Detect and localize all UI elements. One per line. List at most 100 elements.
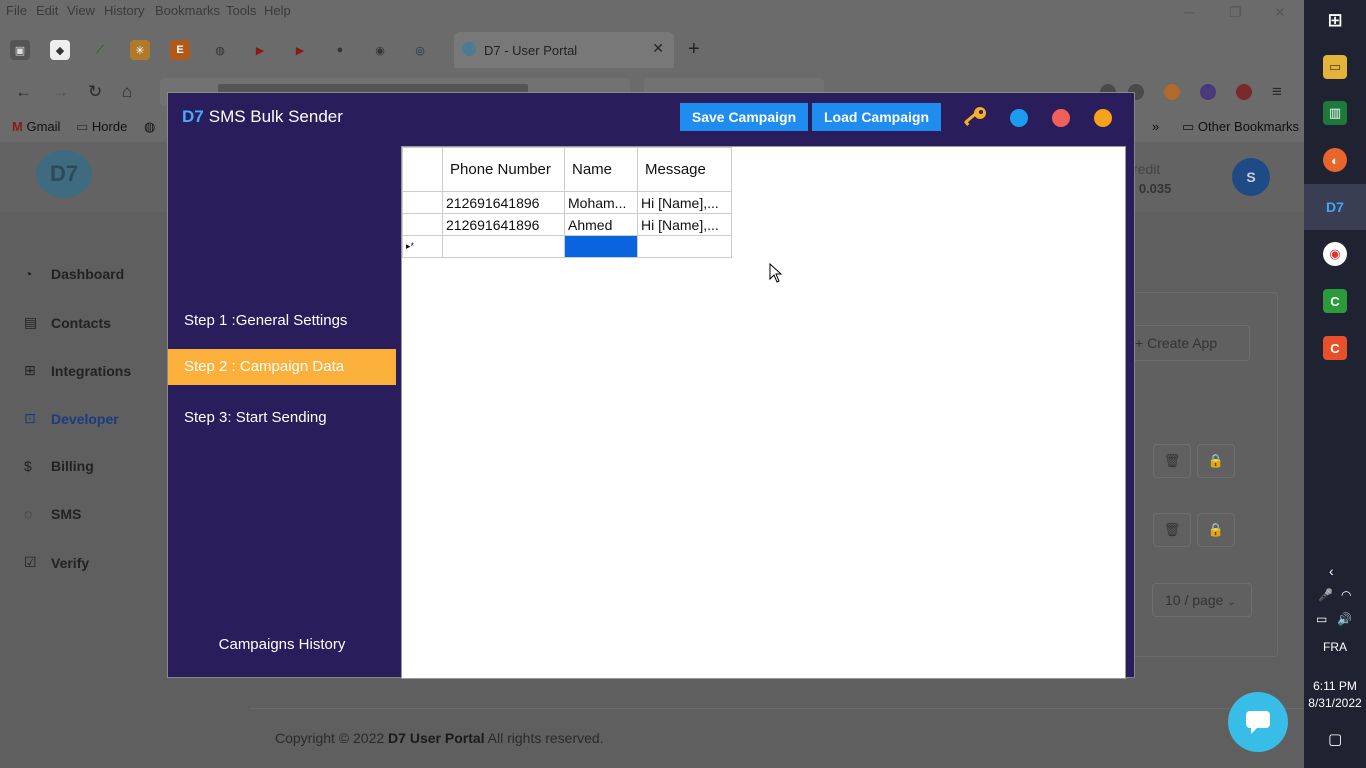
sidebar-item-sms[interactable]: ◌ SMS (24, 506, 81, 522)
message-cell[interactable]: Hi [Name],... (637, 191, 732, 214)
save-campaign-button[interactable]: Save Campaign (680, 103, 808, 131)
hamburger-menu-icon[interactable]: ≡ (1272, 82, 1282, 102)
red-dot-button[interactable] (1052, 109, 1070, 127)
table-row[interactable]: 212691641896 Ahmed Hi [Name],... (402, 213, 732, 236)
pinned-tab-icon[interactable]: ◆ (50, 40, 70, 60)
new-row-marker[interactable]: ▸* (402, 235, 443, 258)
pinned-tab-icon[interactable]: ◉ (370, 40, 390, 60)
more-bookmarks-icon[interactable]: » (1152, 119, 1159, 134)
sidebar-item-developer[interactable]: ⊡ Developer (24, 410, 119, 427)
youtube-icon[interactable]: ▶ (290, 40, 310, 60)
menu-help[interactable]: Help (264, 3, 291, 18)
pinned-tab-icon[interactable]: E (170, 40, 190, 60)
blue-dot-button[interactable] (1010, 109, 1028, 127)
chevron-left-icon[interactable]: ‹ (1329, 563, 1334, 579)
maximize-icon[interactable]: ❐ (1229, 4, 1242, 21)
youtube-icon[interactable]: ▶ (250, 40, 270, 60)
delete-icon[interactable]: 🗑 (1153, 513, 1191, 547)
grid-header-name[interactable]: Name (564, 147, 638, 192)
metamask-icon[interactable] (1164, 84, 1180, 100)
chat-icon[interactable] (1228, 692, 1288, 752)
input-language[interactable]: FRA (1304, 640, 1366, 654)
phone-cell[interactable]: 212691641896 (442, 191, 565, 214)
lock-icon[interactable]: 🔒 (1197, 513, 1235, 547)
campaigns-history-link[interactable]: Campaigns History (168, 636, 396, 653)
message-cell[interactable]: Hi [Name],... (637, 213, 732, 236)
sms-icon: ◌ (24, 506, 33, 522)
grid-header-phone[interactable]: Phone Number (442, 147, 565, 192)
back-icon[interactable]: ← (15, 82, 32, 102)
notifications-icon[interactable]: ▢ (1328, 730, 1342, 748)
message-cell[interactable] (637, 235, 732, 258)
per-page-select[interactable]: 10 / page ⌄ (1152, 583, 1252, 617)
firefox-icon[interactable]: ◐ (1323, 148, 1347, 172)
grid-header-message[interactable]: Message (637, 147, 732, 192)
file-explorer-icon[interactable]: ▭ (1323, 55, 1347, 79)
phone-cell[interactable] (442, 235, 565, 258)
battery-icon[interactable]: ▭ (1316, 612, 1327, 626)
profile-icon[interactable] (1236, 84, 1252, 100)
taskbar-clock[interactable]: 6:11 PM 8/31/2022 (1304, 678, 1366, 712)
sidebar-item-integrations[interactable]: ⊞ Integrations (24, 362, 131, 379)
bookmark-other[interactable]: ▭ Other Bookmarks (1182, 119, 1299, 135)
pinned-tab-icon[interactable]: ✳ (130, 40, 150, 60)
menu-file[interactable]: File (6, 3, 27, 18)
sidebar-item-dashboard[interactable]: ◔ Dashboard (24, 266, 124, 282)
menu-view[interactable]: View (67, 3, 95, 18)
extension-icon[interactable] (1200, 84, 1216, 100)
name-cell[interactable]: Ahmed (564, 213, 638, 236)
globe-icon[interactable]: ◍ (210, 40, 230, 60)
sidebar-item-verify[interactable]: ☑ Verify (24, 554, 89, 571)
pinned-tab-icon[interactable]: ◎ (410, 40, 430, 60)
name-cell[interactable]: Moham... (564, 191, 638, 214)
menu-tools[interactable]: Tools (226, 3, 256, 18)
bookmark-gmail[interactable]: M Gmail (12, 119, 60, 134)
sidebar-item-billing[interactable]: $ Billing (24, 458, 94, 474)
globe-icon[interactable]: ◍ (144, 119, 155, 135)
spreadsheet-app-icon[interactable]: ▥ (1323, 101, 1347, 125)
orange-dot-button[interactable] (1094, 109, 1112, 127)
grid-corner-cell[interactable] (402, 147, 443, 192)
minimize-icon[interactable]: ─ (1184, 4, 1194, 20)
menu-bookmarks[interactable]: Bookmarks (155, 3, 220, 18)
close-tab-icon[interactable]: ✕ (652, 40, 664, 57)
verify-icon: ☑ (24, 554, 37, 570)
tab-user-portal[interactable]: D7 - User Portal ✕ (454, 32, 674, 68)
step-start-sending[interactable]: Step 3: Start Sending (168, 400, 396, 436)
menu-history[interactable]: History (104, 3, 144, 18)
microphone-icon[interactable]: 🎤 (1318, 588, 1333, 602)
d7-app-icon[interactable]: D7 (1323, 195, 1347, 219)
windows-start-icon[interactable]: ⊞ (1323, 8, 1347, 32)
leaf-icon[interactable]: ⟋ (90, 40, 110, 60)
table-row[interactable]: 212691641896 Moham... Hi [Name],... (402, 191, 732, 214)
reload-icon[interactable]: ↻ (88, 82, 102, 102)
name-cell-selected[interactable] (564, 235, 638, 258)
save-page-icon[interactable]: ▣ (10, 40, 30, 60)
avatar[interactable]: S (1232, 158, 1270, 196)
delete-icon[interactable]: 🗑 (1153, 444, 1191, 478)
camtasia-icon[interactable]: C (1323, 336, 1347, 360)
volume-icon[interactable]: 🔊 (1337, 612, 1352, 626)
forward-icon[interactable]: → (52, 82, 69, 102)
load-campaign-button[interactable]: Load Campaign (812, 103, 941, 131)
phone-cell[interactable]: 212691641896 (442, 213, 565, 236)
sidebar-item-contacts[interactable]: ▤ Contacts (24, 314, 111, 331)
github-icon[interactable]: ● (330, 40, 350, 60)
new-row[interactable]: ▸* (402, 235, 732, 258)
lock-icon[interactable]: 🔒 (1197, 444, 1235, 478)
step-campaign-data[interactable]: Step 2 : Campaign Data (168, 349, 396, 385)
key-icon[interactable] (961, 105, 989, 134)
new-tab-icon[interactable]: + (688, 38, 700, 61)
app-main-panel: Phone Number Name Message 212691641896 M… (396, 139, 1134, 679)
menu-edit[interactable]: Edit (36, 3, 58, 18)
wifi-icon[interactable]: ◠ (1341, 588, 1351, 602)
step-general-settings[interactable]: Step 1 :General Settings (168, 303, 396, 339)
close-window-icon[interactable]: ✕ (1274, 4, 1286, 21)
camtasia-green-icon[interactable]: C (1323, 289, 1347, 313)
chrome-icon[interactable]: ◉ (1323, 242, 1347, 266)
home-icon[interactable]: ⌂ (122, 82, 132, 102)
row-header-cell[interactable] (402, 191, 443, 214)
bookmark-horde[interactable]: ▭ Horde (76, 119, 127, 135)
create-app-button[interactable]: + Create App (1120, 325, 1250, 361)
row-header-cell[interactable] (402, 213, 443, 236)
